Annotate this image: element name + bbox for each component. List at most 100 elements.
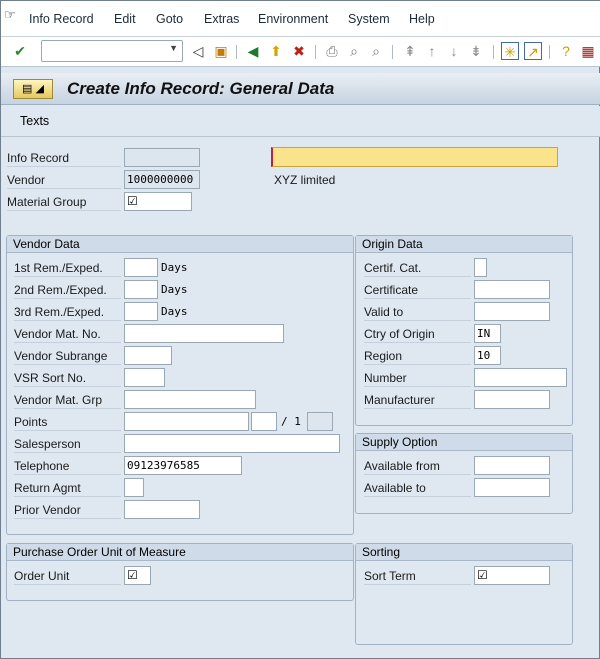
valid-to-field[interactable] (474, 302, 550, 321)
print-icon[interactable]: ⎙ (323, 42, 341, 60)
menu-extras[interactable]: Extras (204, 12, 239, 26)
certif-cat-label: Certif. Cat. (364, 259, 471, 277)
vendor-subrange-field[interactable] (124, 346, 172, 365)
first-page-icon[interactable]: ⇞ (401, 42, 419, 60)
info-record-field[interactable] (124, 148, 200, 167)
sort-term-label: Sort Term (364, 567, 471, 585)
vendor-mat-grp-label: Vendor Mat. Grp (14, 391, 121, 409)
days-unit-label: Days (161, 305, 188, 318)
command-field[interactable]: ▼ (41, 40, 183, 62)
points-unit-field[interactable] (251, 412, 277, 431)
days-unit-label: Days (161, 283, 188, 296)
create-session-icon[interactable]: ✳ (501, 42, 519, 60)
certificate-field[interactable] (474, 280, 550, 299)
vendor-mat-no-label: Vendor Mat. No. (14, 325, 121, 343)
vendor-name: XYZ limited (274, 173, 336, 187)
vendor-mat-grp-field[interactable] (124, 390, 256, 409)
menu-system[interactable]: System (348, 12, 390, 26)
available-from-field[interactable] (474, 456, 550, 475)
region-label: Region (364, 347, 471, 365)
find-next-icon[interactable]: ⌕ (367, 42, 385, 60)
points-base-field[interactable] (307, 412, 333, 431)
2nd-rem-exped-label: 2nd Rem./Exped. (14, 281, 121, 299)
enter-icon[interactable]: ✔ (11, 42, 29, 60)
vsr-sort-no-label: VSR Sort No. (14, 369, 121, 387)
menu-edit[interactable]: Edit (114, 12, 136, 26)
ctry-of-origin-field[interactable]: IN (474, 324, 501, 343)
telephone-label: Telephone (14, 457, 121, 475)
texts-button[interactable]: Texts (20, 114, 49, 128)
return-agmt-label: Return Agmt (14, 479, 121, 497)
vendor-data-title: Vendor Data (7, 236, 353, 253)
telephone-field[interactable]: 09123976585 (124, 456, 242, 475)
menu-info-record[interactable]: Info Record (29, 12, 94, 26)
points-label: Points (14, 413, 121, 431)
manufacturer-field[interactable] (474, 390, 550, 409)
exit-icon[interactable]: ⬆ (267, 42, 285, 60)
certif-cat-field[interactable] (474, 258, 487, 277)
supply-option-title: Supply Option (356, 434, 572, 451)
points-field[interactable] (124, 412, 249, 431)
manufacturer-label: Manufacturer (364, 391, 471, 409)
3rd-rem-exped-label: 3rd Rem./Exped. (14, 303, 121, 321)
chevron-down-icon[interactable]: ▼ (169, 43, 178, 53)
salesperson-field[interactable] (124, 434, 340, 453)
number-label: Number (364, 369, 471, 387)
material-group-field[interactable]: ☑ (124, 192, 192, 211)
available-to-label: Available to (364, 479, 471, 497)
available-from-label: Available from (364, 457, 471, 475)
points-separator: / 1 (281, 415, 301, 428)
cancel-icon[interactable]: ✖ (290, 42, 308, 60)
ctry-of-origin-label: Ctry of Origin (364, 325, 471, 343)
1st-rem-exped-field[interactable] (124, 258, 158, 277)
days-unit-label: Days (161, 261, 188, 274)
title-bar: ▤ ◢ Create Info Record: General Data (1, 73, 600, 105)
po-unit-title: Purchase Order Unit of Measure (7, 544, 353, 561)
available-to-field[interactable] (474, 478, 550, 497)
find-icon[interactable]: ⌕ (345, 42, 363, 60)
menu-toggle-button[interactable]: ▤ ◢ (13, 79, 53, 99)
save-icon[interactable]: ▣ (212, 42, 230, 60)
menu-bar: ☞ Info Record Edit Goto Extras Environme… (1, 1, 600, 37)
sorting-title: Sorting (356, 544, 572, 561)
vendor-mat-no-field[interactable] (124, 324, 284, 343)
sort-term-field[interactable]: ☑ (474, 566, 550, 585)
menu-goto[interactable]: Goto (156, 12, 183, 26)
back-icon[interactable]: ◀ (244, 42, 262, 60)
1st-rem-exped-label: 1st Rem./Exped. (14, 259, 121, 277)
region-field[interactable]: 10 (474, 346, 501, 365)
customize-layout-icon[interactable]: ▦ (579, 42, 597, 60)
salesperson-label: Salesperson (14, 435, 121, 453)
order-unit-label: Order Unit (14, 567, 121, 585)
menu-help[interactable]: Help (409, 12, 435, 26)
help-icon[interactable]: ? (557, 42, 575, 60)
vsr-sort-no-field[interactable] (124, 368, 165, 387)
info-record-label: Info Record (7, 149, 121, 167)
material-field[interactable] (271, 147, 558, 167)
vendor-subrange-label: Vendor Subrange (14, 347, 121, 365)
sorting-group: Sorting (355, 543, 573, 645)
system-menu-icon[interactable]: ☞ (4, 7, 16, 23)
next-page-icon[interactable]: ↓ (445, 42, 463, 60)
vendor-field[interactable]: 1000000000 (124, 170, 200, 189)
prior-vendor-label: Prior Vendor (14, 501, 121, 519)
menu-environment[interactable]: Environment (258, 12, 328, 26)
shortcut-icon[interactable]: ↗ (524, 42, 542, 60)
previous-page-icon[interactable]: ↑ (423, 42, 441, 60)
last-page-icon[interactable]: ⇟ (467, 42, 485, 60)
order-unit-field[interactable]: ☑ (124, 566, 151, 585)
number-field[interactable] (474, 368, 567, 387)
return-agmt-field[interactable] (124, 478, 144, 497)
standard-toolbar: ✔ ▼ ◁ ▣ ◀ ⬆ ✖ ⎙ ⌕ ⌕ ⇞ ↑ ↓ ⇟ ✳ ↗ ? ▦ (1, 37, 600, 67)
valid-to-label: Valid to (364, 303, 471, 321)
back-arrow-icon[interactable]: ◁ (189, 42, 207, 60)
page-title: Create Info Record: General Data (67, 79, 335, 98)
prior-vendor-field[interactable] (124, 500, 200, 519)
certificate-label: Certificate (364, 281, 471, 299)
material-group-label: Material Group (7, 193, 121, 211)
origin-data-title: Origin Data (356, 236, 572, 253)
vendor-label: Vendor (7, 171, 121, 189)
2nd-rem-exped-field[interactable] (124, 280, 158, 299)
application-toolbar: Texts (1, 106, 600, 137)
3rd-rem-exped-field[interactable] (124, 302, 158, 321)
